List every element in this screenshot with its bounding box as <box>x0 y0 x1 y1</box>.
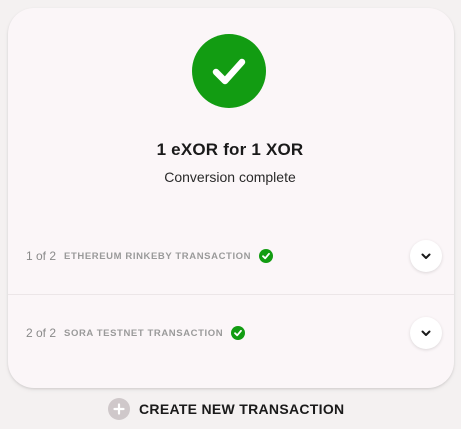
chevron-down-icon <box>421 330 431 336</box>
expand-ethereum-transaction-button[interactable] <box>410 240 442 272</box>
expand-sora-transaction-button[interactable] <box>410 317 442 349</box>
transaction-label: ETHEREUM RINKEBY TRANSACTION <box>64 250 252 262</box>
check-circle-icon <box>231 326 246 340</box>
transaction-row-sora: 2 of 2 SORA TESTNET TRANSACTION <box>8 295 454 371</box>
transaction-step: 1 of 2 <box>26 249 57 263</box>
transaction-row-ethereum: 1 of 2 ETHEREUM RINKEBY TRANSACTION <box>8 218 454 294</box>
create-new-transaction-label: CREATE NEW TRANSACTION <box>139 401 345 417</box>
chevron-down-icon <box>421 253 431 259</box>
success-check-icon <box>192 34 266 108</box>
transaction-step: 2 of 2 <box>26 326 57 340</box>
transaction-summary-card: 1 eXOR for 1 XOR Conversion complete 1 o… <box>8 8 454 388</box>
plus-circle-icon <box>108 398 130 420</box>
check-circle-icon <box>259 249 274 263</box>
conversion-status: Conversion complete <box>164 169 296 185</box>
transaction-label: SORA TESTNET TRANSACTION <box>64 327 224 339</box>
create-new-transaction-button[interactable]: CREATE NEW TRANSACTION <box>108 397 344 421</box>
conversion-title: 1 eXOR for 1 XOR <box>156 140 304 159</box>
